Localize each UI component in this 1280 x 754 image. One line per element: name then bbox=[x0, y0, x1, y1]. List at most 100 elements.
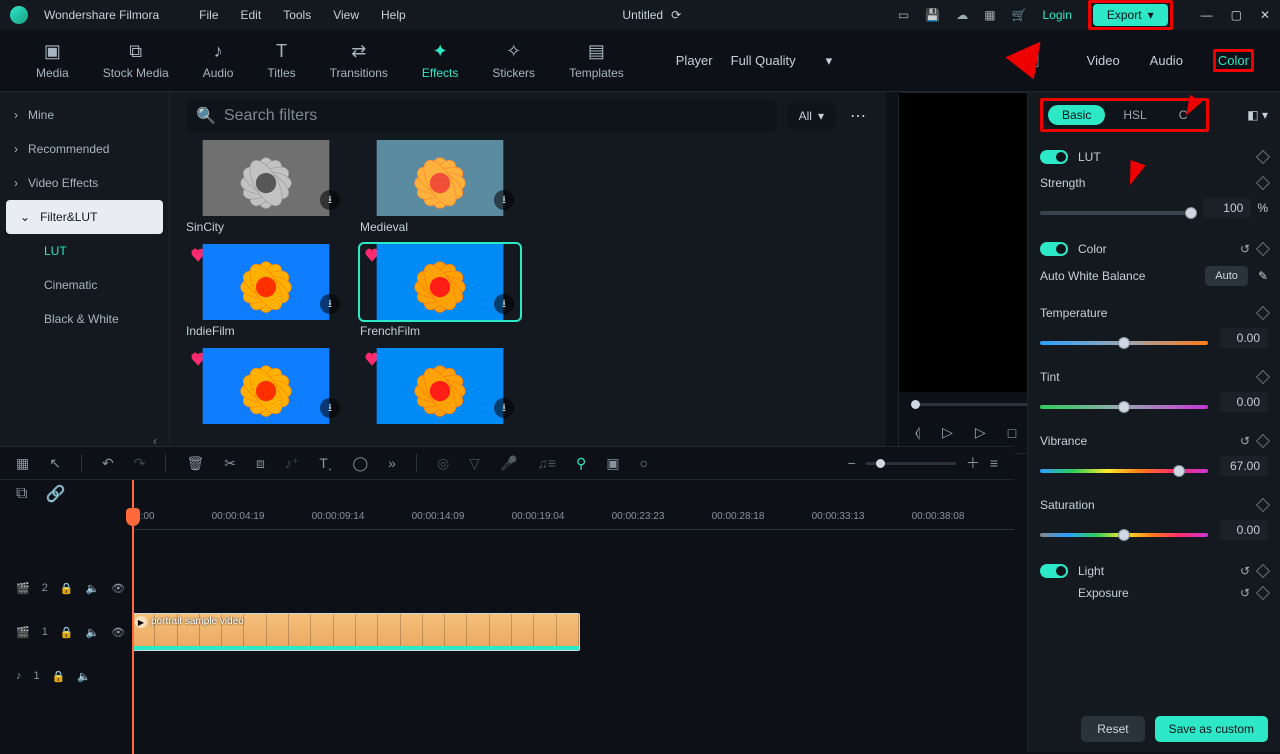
auto-button[interactable]: Auto bbox=[1205, 266, 1248, 286]
filter-all-dropdown[interactable]: All ▾ bbox=[787, 103, 836, 129]
menu-help[interactable]: Help bbox=[381, 8, 406, 22]
menu-edit[interactable]: Edit bbox=[241, 8, 262, 22]
sidebar-filter-lut[interactable]: ⌄Filter&LUT bbox=[6, 200, 163, 234]
delete-icon[interactable]: 🗑 bbox=[186, 455, 204, 472]
mixer-icon[interactable]: ♫≡ bbox=[537, 455, 556, 471]
tint-slider[interactable] bbox=[1040, 405, 1208, 409]
keyframe-icon[interactable] bbox=[1256, 498, 1270, 512]
saturation-slider[interactable] bbox=[1040, 533, 1208, 537]
download-icon[interactable]: ⭳ bbox=[494, 398, 514, 418]
text-icon[interactable]: T˯ bbox=[319, 455, 332, 471]
track-lane[interactable] bbox=[132, 569, 1014, 607]
window-maximize-icon[interactable]: ▢ bbox=[1231, 8, 1242, 22]
magnet-icon[interactable]: ⚲ bbox=[576, 455, 586, 472]
download-icon[interactable]: ⭳ bbox=[320, 294, 340, 314]
save-icon[interactable]: 💾 bbox=[925, 8, 940, 22]
tab-effects[interactable]: ✦Effects bbox=[410, 37, 470, 84]
zoom-out-icon[interactable]: − bbox=[848, 455, 856, 471]
color-subtab-hsl[interactable]: HSL bbox=[1109, 105, 1160, 125]
zoom-fit-icon[interactable]: ≡ bbox=[990, 455, 998, 471]
eyedropper-icon[interactable]: ✎ bbox=[1258, 269, 1268, 283]
lock-icon[interactable]: 🔒 bbox=[52, 670, 66, 683]
video-clip[interactable]: ▶ portrait sample video bbox=[132, 613, 580, 651]
tab-stickers[interactable]: ✧Stickers bbox=[480, 37, 547, 84]
more-tools-icon[interactable]: » bbox=[388, 455, 396, 471]
card-extra-1[interactable]: ⭳ bbox=[186, 348, 346, 424]
link-icon[interactable]: 🔗 bbox=[45, 484, 65, 504]
compare-icon[interactable]: ◧ ▾ bbox=[1247, 108, 1268, 122]
tab-titles[interactable]: TTitles bbox=[255, 37, 307, 84]
menu-file[interactable]: File bbox=[199, 8, 218, 22]
tint-value[interactable]: 0.00 bbox=[1220, 392, 1268, 412]
mute-icon[interactable]: 🔈 bbox=[77, 670, 91, 683]
window-minimize-icon[interactable]: — bbox=[1201, 8, 1213, 22]
tab-audio[interactable]: ♪Audio bbox=[191, 37, 246, 84]
ellipse-icon[interactable]: ○ bbox=[640, 455, 648, 471]
undo-icon[interactable]: ↺ bbox=[1240, 434, 1250, 448]
insp-tab-audio[interactable]: Audio bbox=[1150, 53, 1183, 68]
device-icon[interactable]: ▭ bbox=[898, 8, 909, 22]
mute-icon[interactable]: 🔈 bbox=[86, 582, 100, 595]
lock-icon[interactable]: 🔒 bbox=[60, 582, 74, 595]
cart-icon[interactable]: 🛒 bbox=[1012, 8, 1027, 22]
marker-icon[interactable]: ▽ bbox=[469, 455, 480, 472]
download-icon[interactable]: ⭳ bbox=[494, 190, 514, 210]
cloud-icon[interactable]: ☁ bbox=[956, 8, 968, 22]
sidebar-sub-lut[interactable]: LUT bbox=[0, 234, 169, 268]
redo-icon[interactable]: ↷ bbox=[134, 455, 146, 472]
sidebar-mine[interactable]: ›Mine bbox=[0, 98, 169, 132]
color-subtab-basic[interactable]: Basic bbox=[1048, 105, 1105, 125]
undo-icon[interactable]: ↺ bbox=[1240, 586, 1250, 600]
keyframe-icon[interactable] bbox=[1256, 586, 1270, 600]
visibility-icon[interactable]: 👁 bbox=[111, 582, 125, 595]
sidebar-video-effects[interactable]: ›Video Effects bbox=[0, 166, 169, 200]
temperature-slider[interactable] bbox=[1040, 341, 1208, 345]
undo-icon[interactable]: ↺ bbox=[1240, 564, 1250, 578]
apps-icon[interactable]: ▦ bbox=[984, 8, 995, 22]
visibility-icon[interactable]: 👁 bbox=[111, 626, 125, 639]
prev-frame-icon[interactable]: ⦉ bbox=[915, 424, 920, 441]
menu-view[interactable]: View bbox=[333, 8, 359, 22]
card-medieval[interactable]: ⭳ Medieval bbox=[360, 140, 520, 234]
keyframe-icon[interactable] bbox=[1256, 370, 1270, 384]
lock-icon[interactable]: 🔒 bbox=[60, 626, 74, 639]
login-link[interactable]: Login bbox=[1043, 8, 1072, 22]
gallery-more-icon[interactable]: ⋯ bbox=[846, 102, 870, 130]
keyframe-icon[interactable] bbox=[1256, 306, 1270, 320]
sidebar-sub-cinematic[interactable]: Cinematic bbox=[0, 268, 169, 302]
undo-icon[interactable]: ↺ bbox=[1240, 242, 1250, 256]
color-icon[interactable]: ◯ bbox=[352, 455, 368, 472]
download-icon[interactable]: ⭳ bbox=[494, 294, 514, 314]
saturation-value[interactable]: 0.00 bbox=[1220, 520, 1268, 540]
save-custom-button[interactable]: Save as custom bbox=[1155, 716, 1268, 742]
keyframe-icon[interactable] bbox=[1256, 242, 1270, 256]
play-backward-icon[interactable]: ▷ bbox=[942, 424, 953, 441]
search-filters[interactable]: 🔍 Search filters bbox=[186, 100, 777, 132]
light-toggle[interactable] bbox=[1040, 564, 1068, 578]
keyframe-icon[interactable] bbox=[1256, 176, 1270, 190]
window-close-icon[interactable]: ✕ bbox=[1260, 8, 1270, 22]
color-toggle[interactable] bbox=[1040, 242, 1068, 256]
reset-button[interactable]: Reset bbox=[1081, 716, 1144, 742]
insp-tab-video[interactable]: Video bbox=[1087, 53, 1120, 68]
sidebar-recommended[interactable]: ›Recommended bbox=[0, 132, 169, 166]
cut-icon[interactable]: ✂ bbox=[224, 455, 236, 472]
track-lane[interactable]: ▶ portrait sample video bbox=[132, 613, 1014, 651]
lut-toggle[interactable] bbox=[1040, 150, 1068, 164]
card-extra-2[interactable]: ⭳ bbox=[360, 348, 520, 424]
insp-tab-color[interactable]: Color bbox=[1218, 53, 1249, 68]
stop-icon[interactable]: □ bbox=[1008, 425, 1016, 441]
card-indiefilm[interactable]: ⭳ IndieFilm bbox=[186, 244, 346, 338]
strength-slider[interactable] bbox=[1040, 211, 1191, 215]
layout-icon[interactable]: ▦ bbox=[16, 455, 29, 472]
undo-icon[interactable]: ↶ bbox=[102, 455, 114, 472]
card-sincity[interactable]: ⭳ SinCity bbox=[186, 140, 346, 234]
zoom-in-icon[interactable]: ＋ bbox=[966, 453, 980, 473]
tab-stock-media[interactable]: ⧉Stock Media bbox=[91, 37, 181, 84]
mic-icon[interactable]: 🎤 bbox=[500, 455, 517, 472]
temperature-value[interactable]: 0.00 bbox=[1220, 328, 1268, 348]
download-icon[interactable]: ⭳ bbox=[320, 190, 340, 210]
menu-tools[interactable]: Tools bbox=[283, 8, 311, 22]
keyframe-icon[interactable] bbox=[1256, 434, 1270, 448]
pointer-icon[interactable]: ↖ bbox=[49, 455, 61, 472]
